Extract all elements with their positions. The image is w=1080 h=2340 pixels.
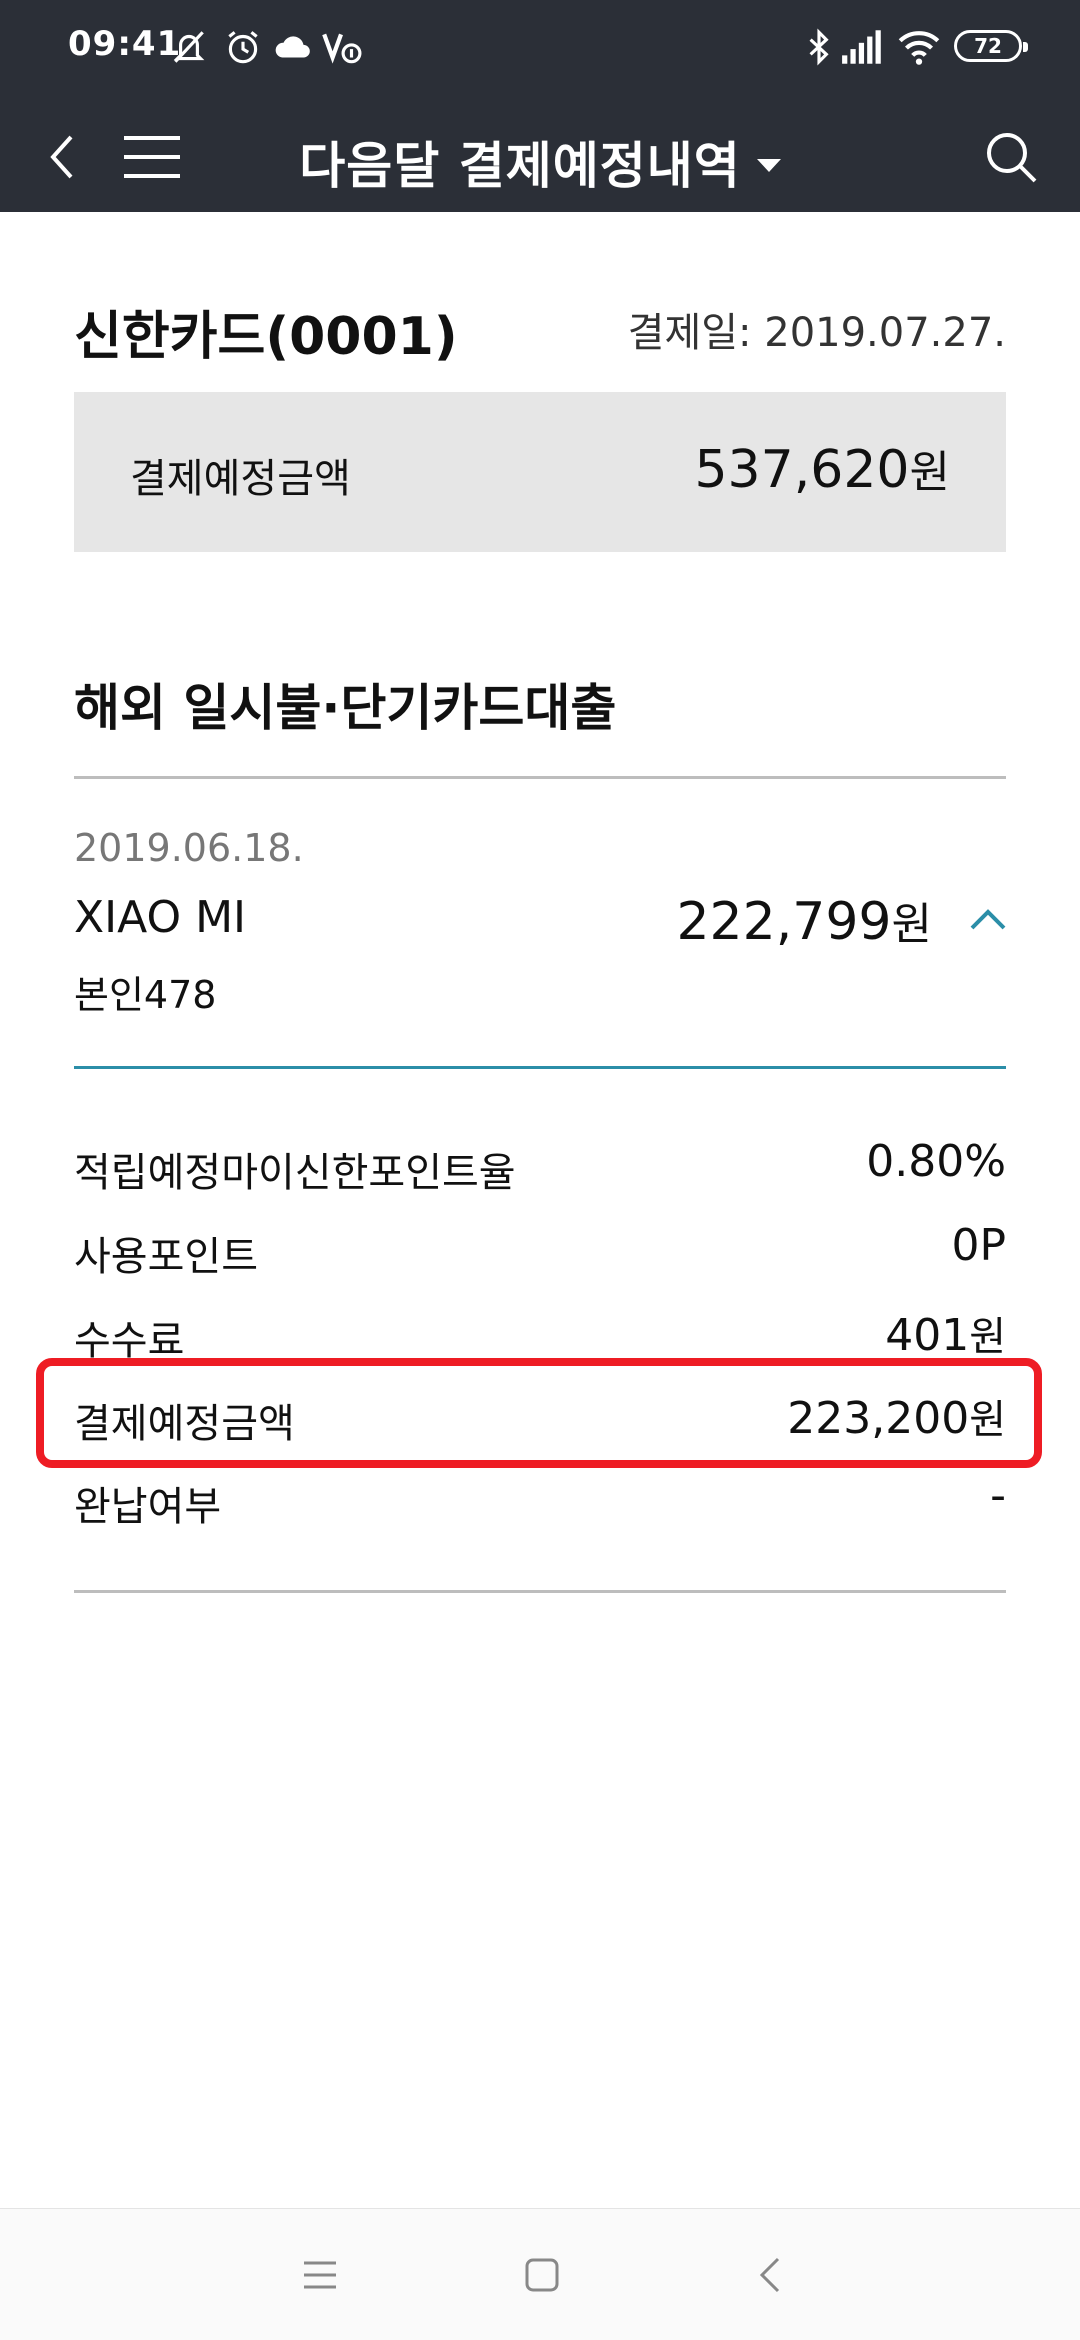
- payment-summary-box: 결제예정금액 537,620원: [74, 392, 1006, 552]
- battery-icon: 72: [954, 30, 1028, 62]
- home-icon: [525, 2258, 559, 2292]
- highlight-annotation-box: [36, 1358, 1042, 1468]
- page-title: 다음달 결제예정내역: [299, 137, 741, 195]
- home-button[interactable]: [512, 2245, 572, 2305]
- cloud-icon: [275, 36, 310, 58]
- summary-amount-unit: 원: [909, 447, 950, 498]
- detail-value-unit: 원: [969, 1314, 1006, 1360]
- payment-date: 결제일: 2019.07.27.: [627, 310, 1006, 356]
- detail-row-used-points: 사용포인트 0P: [74, 1218, 1006, 1280]
- summary-label: 결제예정금액: [130, 456, 351, 502]
- wifi-icon: [898, 31, 940, 65]
- system-navigation-bar: [0, 2208, 1080, 2340]
- detail-value: -: [990, 1470, 1006, 1521]
- detail-row-paid-status: 완납여부 -: [74, 1468, 1006, 1530]
- system-back-button[interactable]: [740, 2245, 800, 2305]
- page: 09:41 72 다음달 결제예정내역 신한카드(0001) 결제일: 2019…: [0, 0, 1080, 2340]
- transaction-card-holder: 본인478: [74, 973, 217, 1017]
- status-time: 09:41: [68, 24, 182, 64]
- app-top-bar: 09:41 72 다음달 결제예정내역: [0, 0, 1080, 212]
- search-icon: [987, 133, 1037, 183]
- section-divider: [74, 776, 1006, 779]
- detail-label: 완납여부: [74, 1484, 222, 1530]
- card-name: 신한카드(0001): [74, 307, 458, 367]
- detail-label: 사용포인트: [74, 1234, 258, 1280]
- dropdown-caret-icon: [756, 159, 781, 172]
- transaction-amount-unit: 원: [891, 899, 932, 950]
- summary-amount: 537,620원: [694, 436, 950, 500]
- summary-amount-value: 537,620: [694, 440, 910, 500]
- detail-row-fee: 수수료 401원: [74, 1302, 1006, 1364]
- transaction-amount-value: 222,799: [676, 892, 892, 952]
- transaction-merchant: XIAO MI: [74, 892, 247, 943]
- search-button[interactable]: [976, 122, 1046, 192]
- section-title: 해외 일시불·단기카드대출: [74, 679, 617, 737]
- detail-value: 401원: [885, 1304, 1006, 1362]
- detail-value-number: -: [990, 1470, 1006, 1521]
- bottom-divider: [74, 1590, 1006, 1593]
- detail-label: 적립예정마이신한포인트율: [74, 1150, 516, 1196]
- bluetooth-icon: [809, 28, 829, 66]
- back-icon: [759, 2257, 780, 2293]
- mute-icon: [173, 31, 205, 63]
- page-title-dropdown[interactable]: 다음달 결제예정내역: [0, 126, 1080, 198]
- detail-value-number: 0.80%: [866, 1136, 1006, 1187]
- battery-level: 72: [974, 34, 1002, 58]
- detail-value-number: 401: [885, 1310, 970, 1361]
- chevron-up-icon[interactable]: [966, 900, 1010, 940]
- detail-value-number: 0P: [951, 1220, 1006, 1271]
- recents-button[interactable]: [290, 2245, 350, 2305]
- transaction-divider: [74, 1066, 1006, 1069]
- transaction-amount: 222,799원: [676, 888, 932, 952]
- detail-value: 0.80%: [866, 1136, 1006, 1187]
- detail-row-point-rate: 적립예정마이신한포인트율 0.80%: [74, 1134, 1006, 1196]
- status-bar: 09:41 72: [0, 0, 1080, 90]
- recents-icon: [304, 2261, 336, 2289]
- alarm-icon: [228, 31, 258, 64]
- detail-value: 0P: [951, 1220, 1006, 1271]
- signal-icon: [842, 30, 881, 64]
- volte-icon: [322, 33, 362, 64]
- transaction-date: 2019.06.18.: [74, 826, 304, 870]
- navigation-bar: 다음달 결제예정내역: [0, 100, 1080, 212]
